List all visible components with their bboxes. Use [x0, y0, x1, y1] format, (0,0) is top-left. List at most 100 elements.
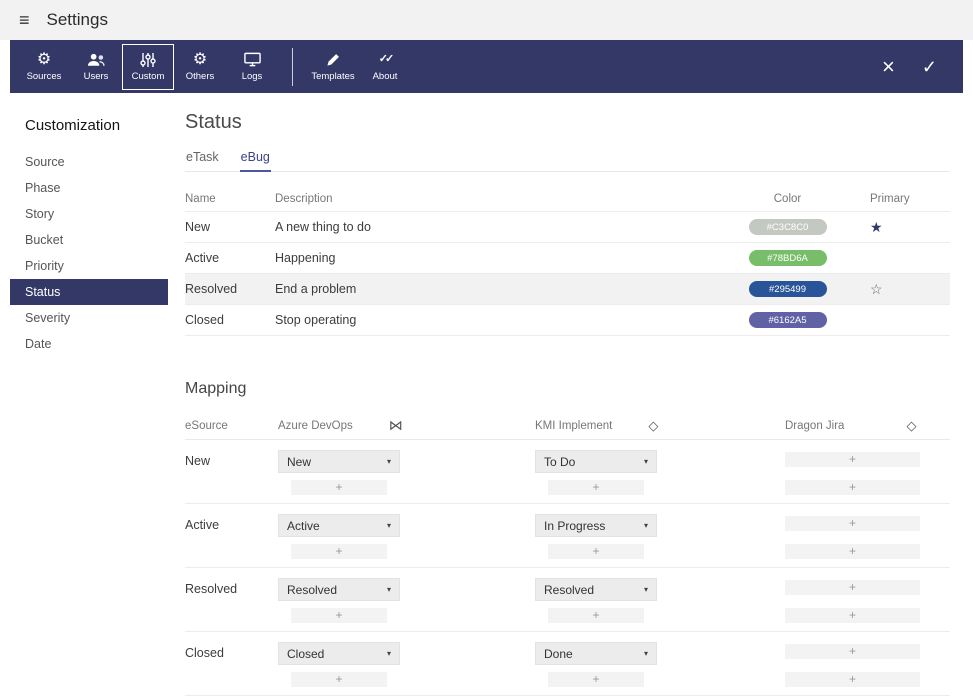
close-icon[interactable]: ×: [882, 56, 895, 78]
add-mapping-button[interactable]: +: [291, 544, 387, 559]
toolbar-item-label: Custom: [132, 71, 165, 82]
add-mapping-button[interactable]: +: [785, 672, 920, 687]
add-mapping-button[interactable]: +: [785, 516, 920, 531]
titlebar: ≡ Settings: [0, 0, 973, 40]
azure-mapping-select[interactable]: Active ▾: [278, 514, 400, 537]
status-row-resolved[interactable]: Resolved End a problem #295499 ☆: [185, 274, 950, 305]
status-row-active[interactable]: Active Happening #78BD6A: [185, 243, 950, 274]
selected-value: Closed: [287, 647, 324, 661]
column-header-dragon-jira: Dragon Jira: [785, 420, 844, 432]
azure-mapping-select[interactable]: Closed ▾: [278, 642, 400, 665]
chevron-down-icon: ▾: [644, 649, 648, 658]
mapping-row-resolved: Resolved Resolved ▾ + Resolved ▾ +: [185, 568, 950, 632]
kmi-mapping-select[interactable]: To Do ▾: [535, 450, 657, 473]
mapping-cell-dragon-jira: + +: [785, 450, 950, 495]
add-mapping-button[interactable]: +: [291, 608, 387, 623]
primary-star-icon[interactable]: ★: [870, 220, 883, 234]
status-row-closed[interactable]: Closed Stop operating #6162A5: [185, 305, 950, 336]
status-row-new[interactable]: New A new thing to do #C3C8C0 ★: [185, 212, 950, 243]
esource-label: Active: [185, 514, 278, 532]
chevron-down-icon: ▾: [387, 457, 391, 466]
sidebar-item-bucket[interactable]: Bucket: [10, 227, 168, 253]
toolbar-item-templates[interactable]: Templates: [307, 44, 359, 90]
sidebar-item-status[interactable]: Status: [10, 279, 168, 305]
mapping-section-title: Mapping: [185, 380, 950, 398]
selected-value: In Progress: [544, 519, 605, 533]
toolbar-item-logs[interactable]: Logs: [226, 44, 278, 90]
status-tabs: eTask eBug: [185, 150, 950, 172]
add-mapping-button[interactable]: +: [291, 480, 387, 495]
add-mapping-button[interactable]: +: [785, 580, 920, 595]
diamond-icon: ◇: [648, 418, 658, 434]
status-name: Resolved: [185, 282, 275, 296]
status-name: Closed: [185, 313, 275, 327]
kmi-mapping-select[interactable]: Done ▾: [535, 642, 657, 665]
mapping-row-new: New New ▾ + To Do ▾ + +: [185, 440, 950, 504]
esource-label: Resolved: [185, 578, 278, 596]
hamburger-menu-icon[interactable]: ≡: [19, 11, 30, 29]
add-mapping-button[interactable]: +: [548, 480, 644, 495]
toolbar-separator: [292, 48, 293, 86]
color-badge[interactable]: #C3C8C0: [749, 219, 827, 235]
status-description: End a problem: [275, 282, 730, 296]
sidebar-item-date[interactable]: Date: [10, 331, 168, 357]
sidebar-item-severity[interactable]: Severity: [10, 305, 168, 331]
add-mapping-button[interactable]: +: [548, 608, 644, 623]
sidebar-item-story[interactable]: Story: [10, 201, 168, 227]
toolbar-actions: × ✓: [882, 56, 963, 78]
selected-value: To Do: [544, 455, 575, 469]
tab-etask[interactable]: eTask: [185, 150, 220, 171]
main-panel: Status eTask eBug Name Description Color…: [168, 93, 963, 672]
add-mapping-button[interactable]: +: [785, 452, 920, 467]
add-mapping-button[interactable]: +: [785, 644, 920, 659]
selected-value: Active: [287, 519, 320, 533]
chevron-down-icon: ▾: [387, 649, 391, 658]
kmi-mapping-select[interactable]: Resolved ▾: [535, 578, 657, 601]
toolbar-item-others[interactable]: ⚙ Others: [174, 44, 226, 90]
bowtie-icon: ⋈: [389, 417, 403, 434]
column-header-primary: Primary: [845, 193, 950, 205]
column-header-description: Description: [275, 193, 730, 205]
chevron-down-icon: ▾: [644, 521, 648, 530]
gear-icon: ⚙: [193, 51, 207, 68]
sidebar-item-source[interactable]: Source: [10, 149, 168, 175]
chevron-down-icon: ▾: [387, 585, 391, 594]
color-badge[interactable]: #295499: [749, 281, 827, 297]
add-mapping-button[interactable]: +: [548, 544, 644, 559]
sidebar: Customization Source Phase Story Bucket …: [10, 93, 168, 672]
toolbar-item-label: Templates: [311, 71, 354, 82]
kmi-mapping-select[interactable]: In Progress ▾: [535, 514, 657, 537]
azure-mapping-select[interactable]: Resolved ▾: [278, 578, 400, 601]
chevron-down-icon: ▾: [387, 521, 391, 530]
toolbar-item-sources[interactable]: ⚙ Sources: [18, 44, 70, 90]
toolbar-items: ⚙ Sources Users Custom ⚙ Others: [10, 40, 411, 93]
mapping-cell-kmi: Done ▾ +: [535, 642, 785, 687]
status-section-title: Status: [185, 111, 950, 134]
sources-icon: ⚙: [37, 51, 51, 68]
selected-value: Done: [544, 647, 573, 661]
toolbar-item-users[interactable]: Users: [70, 44, 122, 90]
mapping-cell-dragon-jira: + +: [785, 642, 950, 687]
add-mapping-button[interactable]: +: [291, 672, 387, 687]
selected-value: Resolved: [544, 583, 594, 597]
color-badge[interactable]: #6162A5: [749, 312, 827, 328]
azure-mapping-select[interactable]: New ▾: [278, 450, 400, 473]
tab-ebug[interactable]: eBug: [240, 150, 271, 172]
sidebar-item-priority[interactable]: Priority: [10, 253, 168, 279]
add-mapping-button[interactable]: +: [785, 608, 920, 623]
status-name: New: [185, 220, 275, 234]
mapping-cell-kmi: In Progress ▾ +: [535, 514, 785, 559]
column-header-kmi-implement: KMI Implement: [535, 420, 612, 432]
toolbar-item-label: About: [373, 71, 398, 82]
column-header-name: Name: [185, 193, 275, 205]
add-mapping-button[interactable]: +: [785, 544, 920, 559]
confirm-icon[interactable]: ✓: [922, 58, 937, 76]
add-mapping-button[interactable]: +: [785, 480, 920, 495]
toolbar-item-about[interactable]: ✓✓ About: [359, 44, 411, 90]
sidebar-heading: Customization: [10, 117, 168, 149]
toolbar-item-custom[interactable]: Custom: [122, 44, 174, 90]
add-mapping-button[interactable]: +: [548, 672, 644, 687]
sidebar-item-phase[interactable]: Phase: [10, 175, 168, 201]
primary-star-icon[interactable]: ☆: [870, 282, 883, 296]
color-badge[interactable]: #78BD6A: [749, 250, 827, 266]
